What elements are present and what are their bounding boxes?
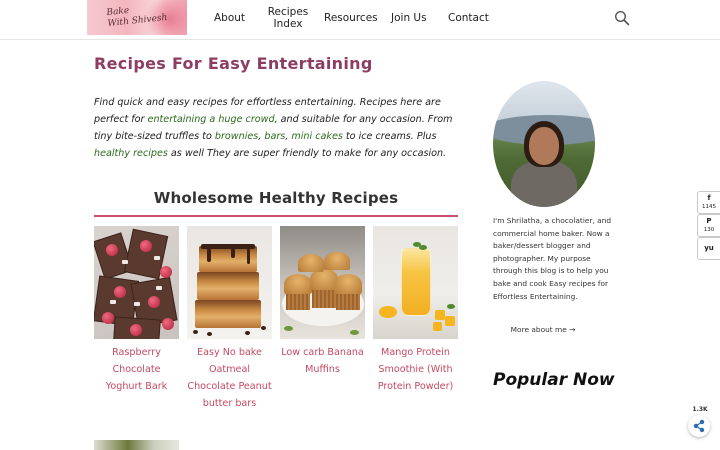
nav-join-us[interactable]: Join Us (391, 12, 427, 24)
recipe-card[interactable]: Mango Protein Smoothie (With Protein Pow… (373, 226, 458, 395)
share-icon (693, 419, 705, 433)
facebook-share-button[interactable]: f 1145 (697, 191, 720, 214)
nav-contact[interactable]: Contact (448, 12, 489, 24)
pinterest-icon: P (706, 217, 712, 225)
link-mini-cakes[interactable]: mini cakes (291, 131, 342, 142)
popular-now-heading: Popular Now (493, 370, 615, 390)
section-divider (94, 215, 458, 217)
recipe-image-no-bake-bars[interactable] (187, 226, 272, 339)
facebook-share-count: 1145 (702, 204, 716, 210)
site-logo[interactable]: Bake With Shivesh (87, 0, 187, 35)
recipe-card-title[interactable]: Raspberry Chocolate Yoghurt Bark (94, 344, 179, 395)
floating-share-widget[interactable]: 1.3K (688, 406, 712, 437)
author-bio: I'm Shrilatha, a chocolatier, and commer… (493, 216, 612, 301)
more-about-me-link[interactable]: More about me → (493, 325, 593, 334)
link-entertaining-crowd[interactable]: entertaining a huge crowd (148, 114, 275, 125)
intro-text: to ice creams. Plus (342, 131, 437, 142)
facebook-icon: f (707, 194, 711, 202)
link-bars[interactable]: bars (264, 131, 285, 142)
author-photo (493, 81, 595, 207)
pinterest-share-button[interactable]: P 130 (697, 214, 720, 237)
nav-recipes-index[interactable]: Recipes Index (266, 6, 310, 30)
logo-text: Bake With Shivesh (106, 2, 168, 30)
link-healthy-recipes[interactable]: healthy recipes (94, 148, 168, 159)
recipe-image-partial[interactable] (94, 440, 179, 450)
intro-paragraph: Find quick and easy recipes for effortle… (94, 94, 464, 162)
recipe-card[interactable]: Raspberry Chocolate Yoghurt Bark (94, 226, 179, 395)
recipe-image-mango-smoothie[interactable] (373, 226, 458, 339)
yummly-share-button[interactable]: yu (697, 237, 720, 260)
recipe-card-title[interactable]: Mango Protein Smoothie (With Protein Pow… (373, 344, 458, 395)
recipe-card-title[interactable]: Easy No bake Oatmeal Chocolate Peanut bu… (187, 344, 272, 412)
site-header: Bake With Shivesh About Recipes Index Re… (0, 0, 720, 40)
intro-text: as well They are super friendly to make … (167, 148, 447, 159)
total-share-count: 1.3K (692, 406, 708, 413)
share-button[interactable] (688, 415, 710, 437)
yummly-icon: yu (704, 244, 714, 252)
search-icon[interactable] (614, 10, 630, 26)
pinterest-share-count: 130 (703, 227, 715, 233)
section-title: Wholesome Healthy Recipes (153, 189, 399, 207)
recipe-image-banana-muffins[interactable] (280, 226, 365, 339)
link-brownies[interactable]: brownies (215, 131, 258, 142)
recipe-card[interactable]: Low carb Banana Muffins (280, 226, 365, 378)
recipe-image-raspberry-bark[interactable] (94, 226, 179, 339)
recipe-card[interactable]: Easy No bake Oatmeal Chocolate Peanut bu… (187, 226, 272, 412)
nav-resources[interactable]: Resources (324, 12, 378, 24)
recipe-card-title[interactable]: Low carb Banana Muffins (280, 344, 365, 378)
page-title: Recipes For Easy Entertaining (94, 54, 373, 73)
nav-about[interactable]: About (214, 12, 245, 24)
